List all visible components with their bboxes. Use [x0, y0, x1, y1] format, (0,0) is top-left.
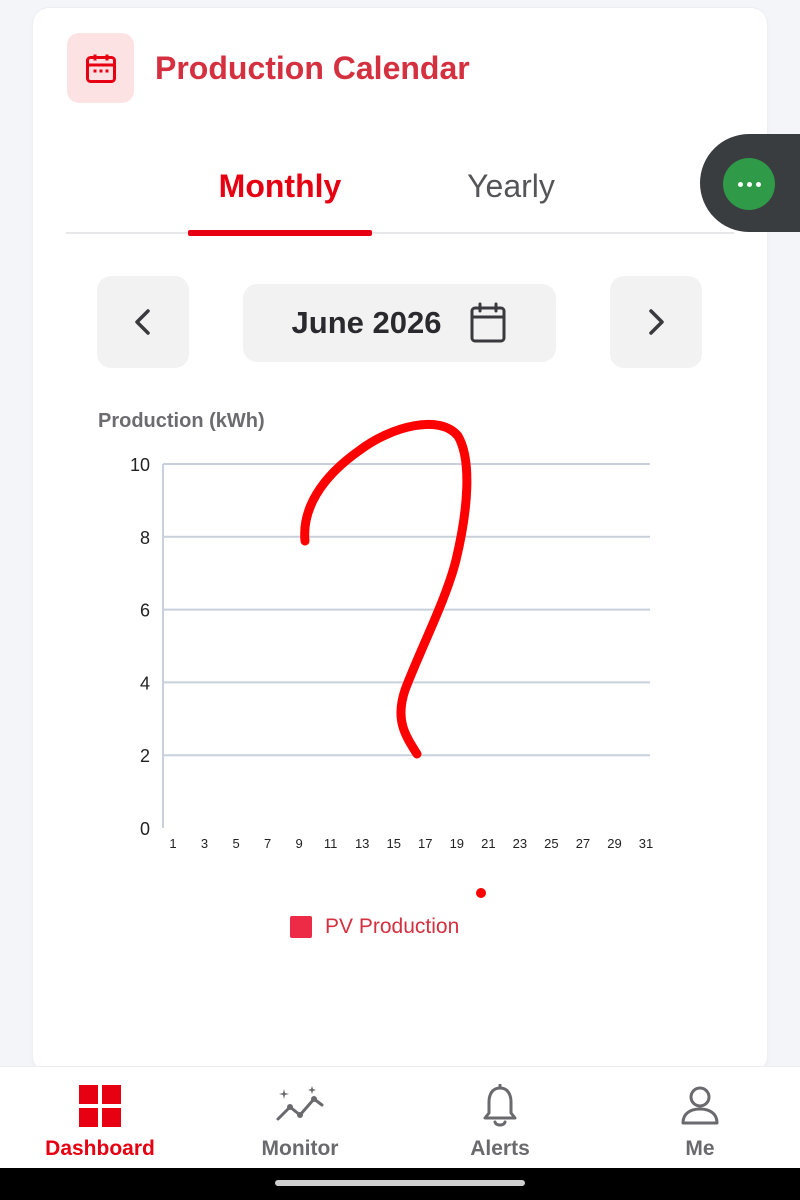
nav-label-alerts: Alerts — [470, 1137, 530, 1160]
chart-legend[interactable]: PV Production — [290, 915, 459, 939]
month-picker[interactable]: June 2026 — [243, 284, 556, 362]
system-navigation-bar — [0, 1168, 800, 1200]
page-title: Production Calendar — [155, 49, 470, 86]
nav-label-monitor: Monitor — [261, 1137, 339, 1160]
legend-swatch — [290, 916, 312, 938]
legend-label: PV Production — [325, 915, 460, 938]
more-horizontal-icon[interactable] — [723, 158, 775, 210]
next-month-button[interactable] — [610, 276, 702, 368]
nav-label-dashboard: Dashboard — [45, 1137, 155, 1160]
calendar-picker-icon — [470, 302, 506, 343]
nav-monitor[interactable]: Monitor — [200, 1067, 400, 1169]
person-icon — [680, 1084, 720, 1128]
nav-label-me: Me — [685, 1137, 715, 1160]
page: Production Calendar Monthly Yearly June … — [0, 0, 800, 1200]
nav-alerts[interactable]: Alerts — [400, 1067, 600, 1169]
period-tabs: Monthly Yearly — [66, 150, 734, 236]
bottom-navigation: Dashboard Monitor Alerts Me — [0, 1066, 800, 1168]
calendar-icon — [67, 33, 134, 103]
chevron-right-icon — [649, 309, 664, 335]
floating-assistant-button[interactable] — [700, 134, 800, 232]
tab-monthly[interactable]: Monthly — [188, 168, 372, 236]
dashboard-grid-icon — [79, 1084, 121, 1128]
monitor-chart-icon — [274, 1084, 326, 1128]
nav-dashboard[interactable]: Dashboard — [0, 1067, 200, 1169]
bell-icon — [481, 1084, 519, 1128]
y-axis-title: Production (kWh) — [98, 410, 265, 432]
card-header: Production Calendar — [67, 33, 470, 103]
tab-yearly[interactable]: Yearly — [426, 168, 596, 234]
home-indicator[interactable] — [275, 1180, 525, 1186]
nav-me[interactable]: Me — [600, 1067, 800, 1169]
chevron-left-icon — [135, 309, 150, 335]
current-period-label: June 2026 — [291, 305, 442, 340]
previous-month-button[interactable] — [97, 276, 189, 368]
